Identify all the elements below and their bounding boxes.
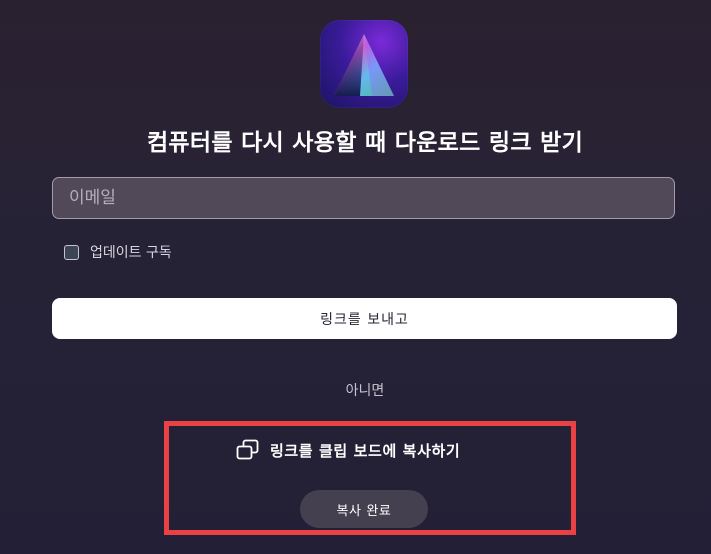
subscribe-option[interactable]: 업데이트 구독 [64, 242, 172, 262]
copy-link-button[interactable]: 링크를 클립 보드에 복사하기 [236, 438, 460, 462]
app-logo-icon [320, 20, 408, 108]
email-field[interactable] [52, 177, 675, 219]
subscribe-label: 업데이트 구독 [90, 245, 172, 261]
page-title: 컴퓨터를 다시 사용할 때 다운로드 링크 받기 [146, 130, 584, 156]
copy-link-label: 링크를 클립 보드에 복사하기 [270, 441, 461, 460]
subscribe-checkbox[interactable] [64, 244, 79, 260]
copied-status-badge: 복사 완료 [300, 490, 428, 528]
copy-icon [236, 439, 260, 461]
or-divider-text: 아니면 [345, 383, 385, 399]
send-link-button[interactable]: 링크를 보내고 [52, 298, 677, 339]
